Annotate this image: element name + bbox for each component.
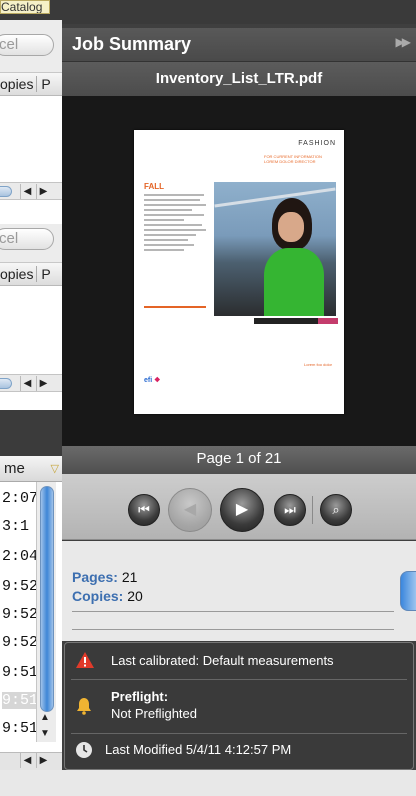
calibration-status: Last calibrated: Default measurements: [65, 651, 413, 681]
tab-copies[interactable]: opies: [0, 266, 38, 282]
scroll-left-icon[interactable]: ◀: [20, 753, 34, 768]
screen: Catalog cel opies P ◀ ▶ cel opies P ◀ ▶ …: [0, 0, 416, 796]
preview-subheader-text: FOR CURRENT INFORMATION LOREM DOLOR DIRE…: [264, 154, 322, 164]
column-header-name[interactable]: me ▽: [0, 456, 62, 482]
divider: [71, 679, 407, 680]
search-field[interactable]: cel: [0, 34, 54, 56]
page-thumbnail[interactable]: FASHION FOR CURRENT INFORMATION LOREM DO…: [134, 130, 344, 414]
toolbar-separator: [312, 496, 313, 524]
horizontal-scrollbar[interactable]: ◀ ▶: [0, 182, 62, 200]
pages-label: Pages:: [72, 569, 118, 585]
warning-icon: [76, 652, 94, 668]
scroll-thumb[interactable]: [0, 378, 12, 389]
modified-text: Last Modified 5/4/11 4:12:57 PM: [105, 742, 292, 757]
preview-note: Lorem foo dolor: [304, 362, 333, 367]
calibration-text: Last calibrated: Default measurements: [111, 653, 334, 668]
magnify-icon[interactable]: ⌕: [320, 494, 352, 526]
preview-header-text: FASHION: [298, 140, 336, 147]
copies-row: Copies: 20: [72, 588, 143, 604]
divider: [72, 611, 394, 612]
pages-value: 21: [121, 569, 138, 585]
horizontal-scrollbar[interactable]: ◀ ▶: [0, 374, 62, 392]
scroll-right-icon[interactable]: ▶: [36, 376, 50, 391]
double-chevron-right-icon[interactable]: ▶▶: [396, 35, 412, 49]
preview-section-title: FALL: [144, 182, 164, 191]
page-indicator: Page 1 of 21: [62, 446, 416, 474]
file-name: Inventory_List_LTR.pdf: [62, 62, 416, 96]
preflight-status: Preflight: Not Preflighted: [65, 689, 413, 725]
list-item[interactable]: 3:1: [2, 518, 29, 535]
list-item-selected[interactable]: 9:51: [2, 692, 39, 709]
expand-handle[interactable]: [400, 571, 416, 611]
job-info: Pages: 21 Copies: 20: [62, 541, 416, 641]
job-summary-panel: Job Summary ▶▶ Inventory_List_LTR.pdf FA…: [62, 0, 416, 796]
tab-next[interactable]: P: [41, 266, 50, 282]
preflight-title: Preflight:: [111, 689, 169, 704]
preflight-text: Not Preflighted: [111, 706, 197, 721]
divider: [72, 629, 394, 630]
horizontal-scrollbar[interactable]: ◀ ▶: [0, 752, 62, 770]
scroll-right-icon[interactable]: ▶: [36, 753, 50, 768]
bell-icon: [77, 698, 91, 715]
panel-header: Job Summary ▶▶: [62, 28, 416, 62]
list-item[interactable]: 9:52: [2, 606, 38, 623]
scroll-left-icon[interactable]: ◀: [20, 184, 34, 199]
list-item[interactable]: 9:51: [2, 720, 38, 737]
page-navigation-toolbar: ⏮ ◀ ▶ ⏭ ⌕: [62, 474, 416, 540]
copies-value: 20: [127, 588, 143, 604]
window-footer: [0, 770, 416, 796]
list-area: [0, 96, 62, 182]
next-page-button[interactable]: ▶: [220, 488, 264, 532]
column-header-label: me: [4, 460, 25, 477]
scroll-down-icon[interactable]: ▼: [40, 728, 50, 739]
sort-triangle-icon[interactable]: ▽: [51, 456, 59, 482]
modified-status: Last Modified 5/4/11 4:12:57 PM: [65, 741, 413, 763]
scroll-right-icon[interactable]: ▶: [36, 184, 50, 199]
preview-photo: [214, 182, 336, 316]
list-item[interactable]: 9:52: [2, 578, 38, 595]
first-page-button[interactable]: ⏮: [128, 494, 160, 526]
tab-copies[interactable]: opies: [0, 76, 38, 92]
list-item[interactable]: 2:04: [2, 548, 38, 565]
divider: [71, 733, 407, 734]
preview-caption-bar: [254, 318, 338, 324]
panel-title: Job Summary: [72, 34, 192, 54]
previous-page-button[interactable]: ◀: [168, 488, 212, 532]
preview-body-text: [144, 194, 206, 254]
vertical-scrollbar[interactable]: ▲ ▼: [36, 482, 56, 742]
list-item[interactable]: 9:51: [2, 664, 38, 681]
last-page-button[interactable]: ⏭: [274, 494, 306, 526]
page-preview-area: FASHION FOR CURRENT INFORMATION LOREM DO…: [62, 96, 416, 446]
dark-divider: [0, 410, 62, 456]
list-area: [0, 286, 62, 374]
search-field[interactable]: cel: [0, 228, 54, 250]
clock-icon: [76, 742, 92, 758]
list-area: [0, 200, 62, 224]
efi-logo: efi ❖: [144, 377, 161, 384]
pages-row: Pages: 21: [72, 569, 137, 585]
scroll-up-icon[interactable]: ▲: [40, 712, 50, 723]
panel-top-bar: [62, 0, 416, 24]
list-area: [0, 392, 62, 410]
preview-rule: [144, 306, 206, 308]
scroll-thumb[interactable]: [0, 186, 12, 197]
status-panel: Last calibrated: Default measurements Pr…: [64, 642, 414, 770]
copies-label: Copies:: [72, 588, 124, 604]
scroll-left-icon[interactable]: ◀: [20, 376, 34, 391]
list-item[interactable]: 9:52: [2, 634, 38, 651]
column-tab-bar: opies P: [0, 262, 62, 286]
catalog-tab[interactable]: Catalog: [0, 0, 50, 14]
tab-next[interactable]: P: [41, 76, 50, 92]
column-tab-bar: opies P: [0, 72, 62, 96]
background-window: Catalog cel opies P ◀ ▶ cel opies P ◀ ▶ …: [0, 0, 62, 796]
scroll-thumb[interactable]: [40, 486, 54, 712]
